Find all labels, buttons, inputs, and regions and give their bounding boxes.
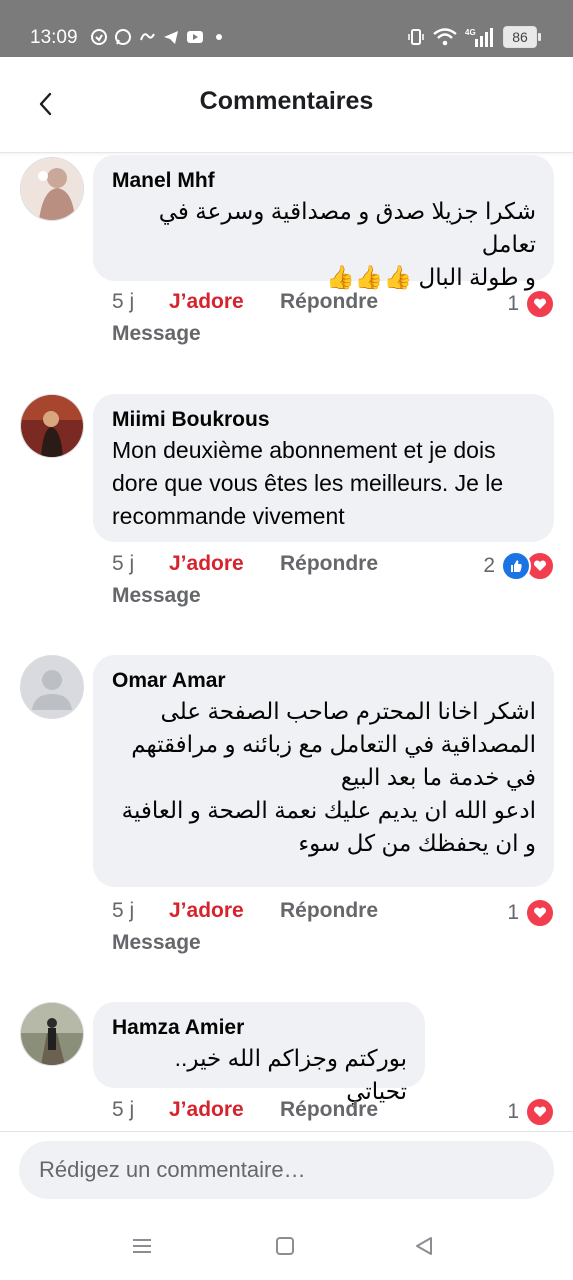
whatsapp-icon [115,29,131,45]
comment-author[interactable]: Miimi Boukrous [112,406,536,434]
comment-author[interactable]: Omar Amar [112,667,536,695]
comment-time: 5 j [112,899,135,922]
comment-actions: 5 j J’adore Répondre Message [112,899,573,959]
reaction-summary[interactable]: 2 [483,551,555,581]
comment-actions: 5 j J’adore Répondre Message [112,290,573,350]
react-love-button[interactable]: J’adore [169,290,244,314]
avatar[interactable] [20,655,84,719]
avatar[interactable] [20,1002,84,1066]
status-right-icons: 4G 86 [407,26,541,48]
message-button[interactable]: Message [112,931,201,955]
status-time: 13:09 [30,27,78,48]
comment-time: 5 j [112,552,135,575]
thumbs-up-icon [501,551,531,581]
comment-bubble[interactable]: Miimi Boukrous Mon deuxième abonnement e… [93,394,554,542]
message-button[interactable]: Message [112,322,201,346]
reply-button[interactable]: Répondre [280,290,378,314]
comment-input[interactable] [19,1141,554,1199]
comment-text: شكرا جزيلا صدق و مصداقية وسرعة في تعامل … [158,198,536,290]
vibrate-icon [408,29,424,45]
reaction-count: 1 [507,292,519,315]
react-love-button[interactable]: J’adore [169,899,244,923]
swirl-icon [140,33,155,41]
comment-bubble[interactable]: Hamza Amier بوركتم وجزاكم الله خير.. تحي… [93,1002,425,1104]
dot-icon [216,34,222,40]
comment-composer[interactable] [19,1141,554,1199]
back-triangle-icon[interactable] [411,1233,437,1259]
heart-icon [525,1097,555,1127]
comment-time: 5 j [112,290,135,313]
avatar[interactable] [20,394,84,458]
system-nav-bar [0,1215,573,1280]
react-love-button[interactable]: J’adore [169,552,244,576]
reaction-count: 1 [507,901,519,924]
comment-author[interactable]: Hamza Amier [112,1014,407,1042]
reply-button[interactable]: Répondre [280,1098,378,1122]
comment-time: 5 j [112,1098,135,1121]
reaction-summary[interactable]: 1 [507,1097,555,1127]
react-love-button[interactable]: J’adore [169,1098,244,1122]
comment-bubble[interactable]: Omar Amar اشكر اخانا المحترم صاحب الصفحة… [93,655,554,887]
wifi-icon [433,28,457,46]
comment-author[interactable]: Manel Mhf [112,167,536,195]
comment-text: Mon deuxième abonnement et je dois dore … [112,437,504,529]
reply-button[interactable]: Répondre [280,899,378,923]
status-bar: 13:09 4G 86 [0,0,573,57]
home-square-icon[interactable] [272,1233,298,1259]
battery-indicator: 86 [503,26,541,48]
comment-bubble[interactable]: Manel Mhf شكرا جزيلا صدق و مصداقية وسرعة… [93,155,554,290]
heart-icon [525,898,555,928]
comment-actions: 5 j J’adore Répondre [112,1098,573,1128]
menu-icon[interactable] [129,1233,155,1259]
status-left-icons [90,28,222,46]
reaction-summary[interactable]: 1 [507,289,555,319]
svg-text:4G: 4G [465,28,476,37]
telegram-icon [164,31,178,44]
page-title: Commentaires [199,87,374,115]
reaction-count: 1 [507,1100,519,1123]
reply-button[interactable]: Répondre [280,552,378,576]
app-header: Commentaires [0,57,573,153]
youtube-icon [187,31,203,43]
message-button[interactable]: Message [112,584,201,608]
avatar[interactable] [20,157,84,221]
comment-text: اشكر اخانا المحترم صاحب الصفحة على المصد… [121,698,536,856]
reaction-summary[interactable]: 1 [507,898,555,928]
4g-signal-icon: 4G [465,28,493,47]
heart-icon [525,289,555,319]
reaction-count: 2 [483,554,495,577]
sync-icon [91,29,107,45]
